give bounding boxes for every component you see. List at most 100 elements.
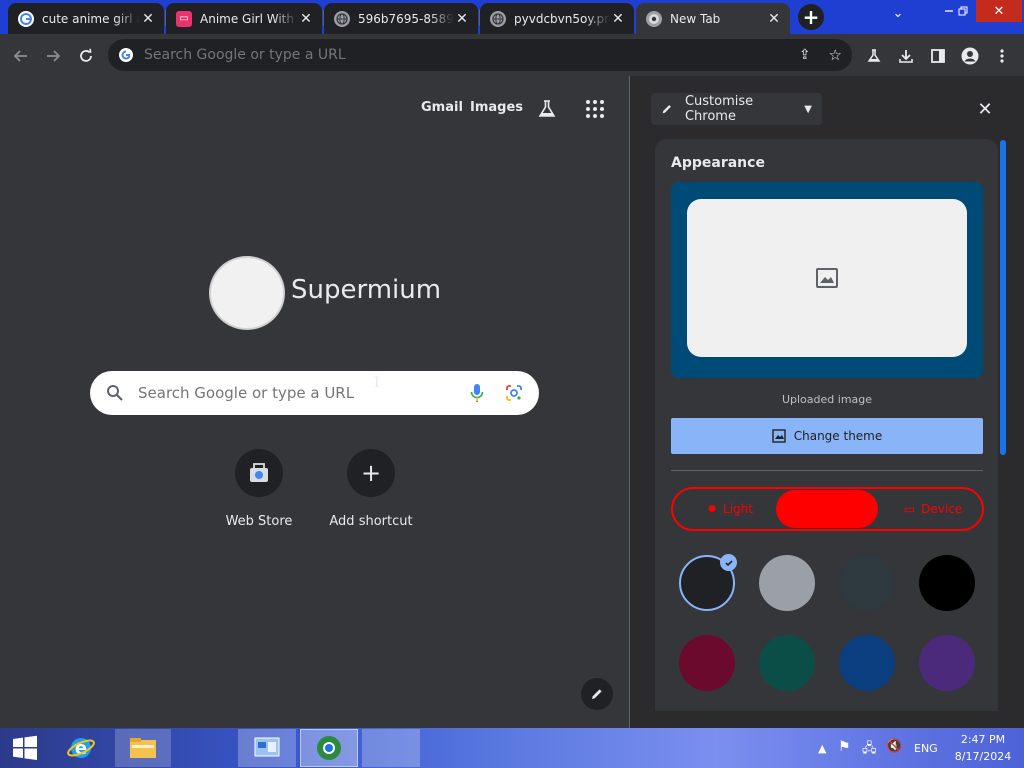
checkmark-icon <box>720 554 737 571</box>
control-panel-icon[interactable] <box>238 729 296 767</box>
new-tab-button[interactable]: + <box>798 4 824 30</box>
google-icon <box>119 48 133 62</box>
text-cursor-icon: I <box>374 375 380 391</box>
address-bar[interactable]: ⇪ ☆ <box>108 39 852 71</box>
monitor-icon: ▭ <box>903 502 916 516</box>
color-swatch-teal[interactable] <box>759 635 815 691</box>
tab-search-icon[interactable]: ⌄ <box>884 2 912 24</box>
bookmark-star-icon[interactable]: ☆ <box>829 46 842 64</box>
close-side-panel-button[interactable]: ✕ <box>974 98 996 120</box>
mode-light-label: Light <box>723 502 753 516</box>
mode-device-button[interactable]: ▭ Device <box>888 489 978 529</box>
add-shortcut-button[interactable]: + <box>347 449 395 497</box>
tab-anime-girl-with[interactable]: ▭ Anime Girl With ✕ <box>166 3 322 34</box>
back-icon[interactable] <box>9 44 33 68</box>
tab-title: New Tab <box>670 11 721 26</box>
plus-icon: + <box>360 459 382 487</box>
customize-pencil-button[interactable] <box>581 678 613 710</box>
pencil-icon <box>592 689 602 699</box>
clock-date[interactable]: 8/17/2024 <box>950 750 1016 763</box>
language-indicator[interactable]: ENG <box>914 742 938 755</box>
images-link[interactable]: Images <box>470 100 523 115</box>
pencil-icon <box>662 105 671 114</box>
tab-cute-anime-girl[interactable]: cute anime girl a ✕ <box>8 3 164 34</box>
shortcut-web-store[interactable] <box>235 449 283 497</box>
chrome-icon <box>646 10 662 27</box>
apps-grid-icon[interactable] <box>584 98 606 120</box>
globe-icon <box>334 10 350 27</box>
tab-image-pyvdcbvn[interactable]: pyvdcbvn5oy.pn ✕ <box>480 3 634 34</box>
tab-title: Anime Girl With <box>200 11 294 26</box>
mode-light-button[interactable]: ✹ Light <box>690 489 770 529</box>
google-icon <box>18 10 34 27</box>
google-lens-icon[interactable] <box>505 384 523 402</box>
forward-icon[interactable] <box>41 44 65 68</box>
appearance-heading: Appearance <box>671 155 765 171</box>
download-icon[interactable] <box>894 44 918 68</box>
taskbar-window-button[interactable] <box>362 729 420 767</box>
image-icon <box>816 268 838 288</box>
internet-explorer-icon[interactable]: e <box>55 729 107 767</box>
divider <box>671 470 983 471</box>
side-panel-icon[interactable] <box>926 44 950 68</box>
volume-muted-icon[interactable]: 🔇 <box>886 739 902 754</box>
logo-image <box>209 256 285 330</box>
sun-icon: ✹ <box>706 502 718 516</box>
shortcut-label: Add shortcut <box>329 514 413 529</box>
close-icon[interactable]: ✕ <box>610 11 626 27</box>
image-icon <box>772 429 786 443</box>
close-window-button[interactable]: ✕ <box>976 0 1022 22</box>
close-icon[interactable]: ✕ <box>766 11 782 27</box>
change-theme-label: Change theme <box>793 429 883 443</box>
globe-icon <box>490 10 506 27</box>
web-store-icon <box>250 463 268 482</box>
color-swatch-black[interactable] <box>919 555 975 611</box>
address-input[interactable] <box>144 47 791 63</box>
menu-kebab-icon[interactable] <box>990 44 1014 68</box>
close-icon[interactable]: ✕ <box>298 11 314 27</box>
side-panel-title: Customise Chrome <box>684 94 754 124</box>
change-theme-button[interactable]: Change theme <box>671 418 983 454</box>
chevron-down-icon: ▼ <box>804 103 812 115</box>
microphone-icon[interactable] <box>469 383 485 403</box>
tab-new-tab[interactable]: New Tab ✕ <box>636 3 790 34</box>
browser-taskbar-icon[interactable] <box>300 729 358 767</box>
uploaded-image-label: Uploaded image <box>781 393 873 406</box>
tab-title: cute anime girl a <box>42 11 140 26</box>
color-swatch-blue[interactable] <box>839 635 895 691</box>
reload-icon[interactable] <box>74 44 98 68</box>
color-swatch-purple[interactable] <box>919 635 975 691</box>
side-panel-title-dropdown[interactable]: Customise Chrome ▼ <box>651 93 822 125</box>
labs-flask-icon[interactable] <box>536 98 558 120</box>
gmail-link[interactable]: Gmail <box>421 100 463 115</box>
clock-time[interactable]: 2:47 PM <box>950 733 1016 746</box>
ntp-search-box[interactable] <box>90 371 539 415</box>
network-icon[interactable]: 🖧 <box>862 739 877 761</box>
close-icon[interactable]: ✕ <box>140 11 156 27</box>
color-swatch-maroon[interactable] <box>679 635 735 691</box>
mode-dark-label: Dark <box>812 502 842 516</box>
show-hidden-icons[interactable]: ▲ <box>818 742 826 755</box>
color-swatch-slate[interactable] <box>839 555 895 611</box>
mode-dark-button[interactable]: Dark <box>776 489 878 529</box>
start-button[interactable] <box>0 729 50 767</box>
tab-title: pyvdcbvn5oy.pn <box>514 11 610 26</box>
labs-flask-icon[interactable] <box>862 44 886 68</box>
action-center-flag-icon[interactable]: ⚑ <box>838 739 851 755</box>
theme-preview-ntp <box>687 199 967 357</box>
site-icon: ▭ <box>176 10 192 27</box>
restore-button[interactable] <box>950 0 976 22</box>
profile-avatar-icon[interactable] <box>958 44 982 68</box>
file-explorer-icon[interactable] <box>115 729 171 767</box>
scrollbar-thumb[interactable] <box>1000 140 1006 455</box>
share-icon[interactable]: ⇪ <box>799 47 811 63</box>
color-swatch-grey[interactable] <box>759 555 815 611</box>
mode-device-label: Device <box>921 502 963 516</box>
tab-title: 596b7695-8589- <box>358 11 454 26</box>
tab-image-596b[interactable]: 596b7695-8589- ✕ <box>324 3 478 34</box>
search-icon <box>107 385 123 401</box>
ntp-search-input[interactable] <box>138 384 469 402</box>
close-icon[interactable]: ✕ <box>454 11 470 27</box>
shortcut-label: Web Store <box>225 514 293 529</box>
windows-logo-icon <box>13 735 37 760</box>
